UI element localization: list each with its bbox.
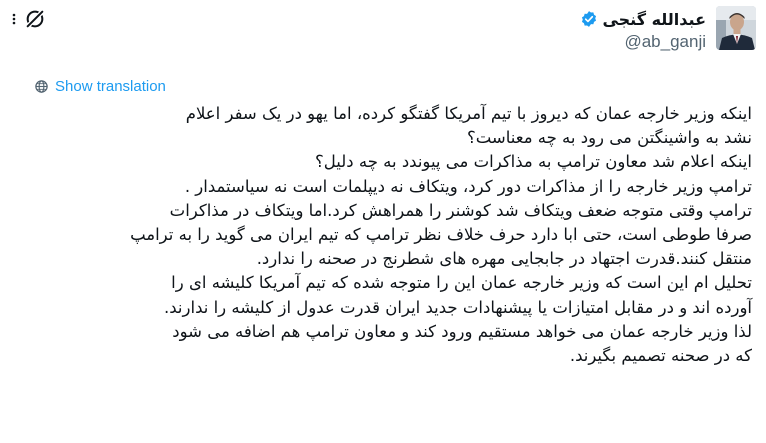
avatar-image bbox=[716, 6, 756, 50]
tweet-header: عبدالله گنجی @ab_ganji bbox=[0, 0, 766, 70]
tweet-line: صرفا طوطی است، حتی ابا دارد حرف خلاف نظر… bbox=[130, 224, 752, 244]
show-translation-label: Show translation bbox=[55, 78, 166, 95]
show-translation-link[interactable]: Show translation bbox=[34, 78, 166, 95]
author-name-row: عبدالله گنجی bbox=[580, 8, 706, 30]
tweet-line: اینکه وزیر خارجه عمان که دیروز با تیم آم… bbox=[185, 104, 752, 123]
more-icon[interactable] bbox=[8, 13, 20, 25]
author-handle[interactable]: @ab_ganji bbox=[624, 32, 706, 52]
tweet-line: لذا وزیر خارجه عمان می خواهد مستقیم ورود… bbox=[172, 321, 752, 341]
tweet-line: که در صحنه تصمیم بگیرند. bbox=[569, 345, 752, 365]
tweet-line: ترامپ وقتی متوجه ضعف ویتکاف شد کوشنر را … bbox=[169, 200, 752, 220]
tweet-line: نشد به واشینگتن می رود به چه معناست؟ bbox=[466, 128, 752, 148]
tweet-text: اینکه وزیر خارجه عمان که دیروز با تیم آم… bbox=[34, 102, 752, 368]
tweet-line: آورده اند و در مقابل امتیازات یا پیشنهاد… bbox=[164, 297, 752, 317]
verified-badge-icon bbox=[582, 11, 597, 27]
tweet-line: ترامپ وزیر خارجه را از مذاکرات دور کرد، … bbox=[184, 176, 752, 196]
author-name[interactable]: عبدالله گنجی bbox=[602, 10, 706, 29]
tweet-line: منتقل کنند.قدرت اجتهاد در جابجایی مهره ه… bbox=[256, 249, 752, 269]
tweet-line: اینکه اعلام شد معاون ترامپ به مذاکرات می… bbox=[315, 152, 752, 172]
grok-icon[interactable] bbox=[24, 8, 46, 30]
avatar[interactable] bbox=[716, 6, 756, 50]
tweet-line: تحلیل ام این است که وزیر خارجه عمان این … bbox=[171, 273, 752, 293]
globe-icon bbox=[35, 80, 48, 93]
